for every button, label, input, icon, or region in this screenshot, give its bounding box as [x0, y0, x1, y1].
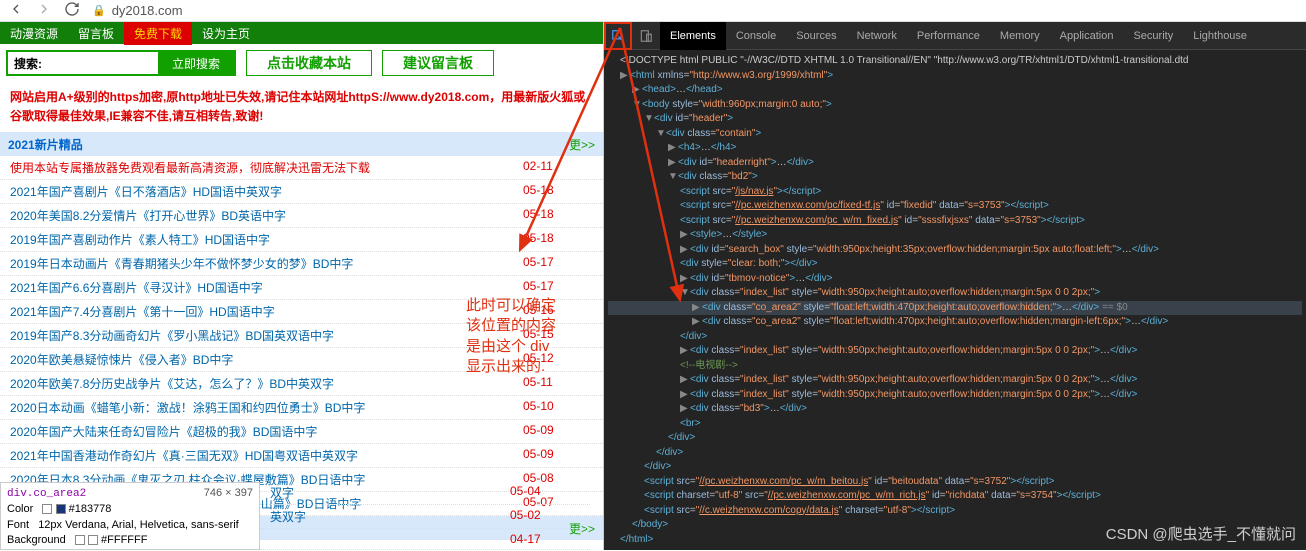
white-swatch-icon [88, 535, 98, 545]
devtools-tab-console[interactable]: Console [726, 22, 786, 50]
color-swatch-icon [56, 504, 66, 514]
movie-date: 02-11 [523, 159, 593, 176]
reload-icon[interactable] [64, 1, 80, 20]
movie-title: 2020年国产大陆来任奇幻冒险片《超极的我》BD国语中字 [10, 423, 317, 440]
movie-date: 05-18 [523, 207, 593, 224]
suggest-button[interactable]: 建议留言板 [382, 50, 494, 76]
search-box: 搜索: 立即搜索 [6, 50, 236, 76]
movie-date: 05-09 [523, 447, 593, 464]
section-header: 2021新片精品 更>> [0, 132, 603, 156]
device-toolbar-icon[interactable] [632, 22, 660, 50]
movie-date: 05-09 [523, 423, 593, 440]
movie-title: 使用本站专属播放器免费观看最新高清资源，彻底解决迅雷无法下载 [10, 159, 370, 176]
movie-date: 04-17 [510, 532, 580, 546]
search-button[interactable]: 立即搜索 [158, 50, 234, 76]
list-item[interactable]: 英双字 05-02 [260, 505, 590, 529]
devtools-tabs: ElementsConsoleSourcesNetworkPerformance… [604, 22, 1306, 50]
movie-title: 英双字 [270, 508, 306, 525]
search-input[interactable] [48, 52, 158, 74]
favorite-button[interactable]: 点击收藏本站 [246, 50, 372, 76]
section-title: 2021新片精品 [8, 136, 83, 153]
movie-title: 2020年美国8.2分爱情片《打开心世界》BD英语中字 [10, 207, 286, 224]
style-selector: div.co_area2 [7, 488, 86, 500]
devtools-tab-performance[interactable]: Performance [907, 22, 990, 50]
annotation-text: 此时可以确定该位置的内容是由这个 div显示出来的. [466, 296, 556, 377]
movie-title: 2019年国产8.3分动画奇幻片《罗小黑战记》BD国英双语中字 [10, 327, 334, 344]
top-nav: 动漫资源 留言板 免费下载 设为主页 [0, 22, 603, 44]
back-icon[interactable] [8, 1, 24, 20]
movie-title: 2021年中国香港动作奇幻片《真·三国无双》HD国粤双语中英双字 [10, 447, 358, 464]
movie-title: 2021年国产6.6分喜剧片《寻汉计》HD国语中字 [10, 279, 263, 296]
https-notice: 网站启用A+级别的https加密,原http地址已失效,请记住本站网址httpS… [0, 82, 603, 132]
list-item[interactable]: 双字 05-04 [260, 481, 590, 505]
devtools-panel: ElementsConsoleSourcesNetworkPerformance… [604, 22, 1306, 550]
search-label: 搜索: [8, 53, 48, 74]
movie-date: 05-02 [510, 508, 580, 525]
more-link[interactable]: 更>> [569, 136, 595, 153]
movie-date: 05-11 [523, 375, 593, 392]
devtools-styles-panel: div.co_area2 746 × 397 Color #183778 Fon… [0, 482, 260, 550]
devtools-tab-network[interactable]: Network [847, 22, 907, 50]
page-content: 动漫资源 留言板 免费下载 设为主页 搜索: 立即搜索 点击收藏本站 建议留言板… [0, 22, 604, 550]
list-item[interactable]: 2021年中国香港动作奇幻片《真·三国无双》HD国粤双语中英双字 05-09 [0, 444, 603, 468]
movie-date: 05-18 [523, 183, 593, 200]
forward-icon[interactable] [36, 1, 52, 20]
devtools-tab-security[interactable]: Security [1123, 22, 1183, 50]
list-item[interactable]: 2021年国产喜剧片《日不落酒店》HD国语中英双字 05-18 [0, 180, 603, 204]
list-item[interactable]: 2020年美国8.2分爱情片《打开心世界》BD英语中字 05-18 [0, 204, 603, 228]
movie-title: 2020年欧美悬疑惊悚片《侵入者》BD中字 [10, 351, 233, 368]
lock-icon: 🔒 [92, 4, 106, 17]
movie-date: 05-17 [523, 279, 593, 296]
browser-toolbar: 🔒 dy2018.com [0, 0, 1306, 22]
movie-title: 2021年国产喜剧片《日不落酒店》HD国语中英双字 [10, 183, 282, 200]
dom-tree[interactable]: <!DOCTYPE html PUBLIC "-//W3C//DTD XHTML… [604, 50, 1306, 551]
movie-title: 2021年国产7.4分喜剧片《第十一回》HD国语中字 [10, 303, 275, 320]
inspect-element-icon[interactable] [604, 22, 632, 50]
movie-title: 双字 [270, 484, 294, 501]
url-text: dy2018.com [112, 3, 183, 18]
address-bar[interactable]: 🔒 dy2018.com [92, 3, 183, 18]
movie-title: 2020日本动画《蜡笔小新：激战！涂鸦王国和约四位勇士》BD中字 [10, 399, 365, 416]
nav-anime[interactable]: 动漫资源 [0, 25, 68, 42]
nav-board[interactable]: 留言板 [68, 25, 124, 42]
devtools-tab-application[interactable]: Application [1050, 22, 1124, 50]
devtools-tab-elements[interactable]: Elements [660, 22, 726, 50]
movie-date: 05-17 [523, 255, 593, 272]
watermark: CSDN @爬虫选手_不懂就问 [1106, 523, 1296, 544]
movie-date: 05-18 [523, 231, 593, 248]
movie-title: 2019年国产喜剧动作片《素人特工》HD国语中字 [10, 231, 270, 248]
movie-date: 05-10 [523, 399, 593, 416]
movie-list-2: 双字 05-04 英双字 05-02 04-17 [260, 481, 590, 550]
nav-home[interactable]: 设为主页 [192, 25, 260, 42]
list-item[interactable]: 04-17 [260, 529, 590, 550]
nav-free[interactable]: 免费下载 [124, 22, 192, 45]
movie-title: 2019年日本动画片《青春期猪头少年不做怀梦少女的梦》BD中字 [10, 255, 353, 272]
devtools-tab-memory[interactable]: Memory [990, 22, 1050, 50]
devtools-tab-lighthouse[interactable]: Lighthouse [1183, 22, 1257, 50]
style-dimensions: 746 × 397 [204, 486, 253, 501]
devtools-tab-sources[interactable]: Sources [786, 22, 846, 50]
list-item[interactable]: 2019年日本动画片《青春期猪头少年不做怀梦少女的梦》BD中字 05-17 [0, 252, 603, 276]
movie-date: 05-04 [510, 484, 580, 501]
list-item[interactable]: 2020日本动画《蜡笔小新：激战！涂鸦王国和约四位勇士》BD中字 05-10 [0, 396, 603, 420]
search-row: 搜索: 立即搜索 点击收藏本站 建议留言板 [0, 44, 603, 82]
list-item[interactable]: 使用本站专属播放器免费观看最新高清资源，彻底解决迅雷无法下载 02-11 [0, 156, 603, 180]
list-item[interactable]: 2019年国产喜剧动作片《素人特工》HD国语中字 05-18 [0, 228, 603, 252]
list-item[interactable]: 2020年国产大陆来任奇幻冒险片《超极的我》BD国语中字 05-09 [0, 420, 603, 444]
movie-title: 2020年欧美7.8分历史战争片《艾达，怎么了？》BD中英双字 [10, 375, 334, 392]
